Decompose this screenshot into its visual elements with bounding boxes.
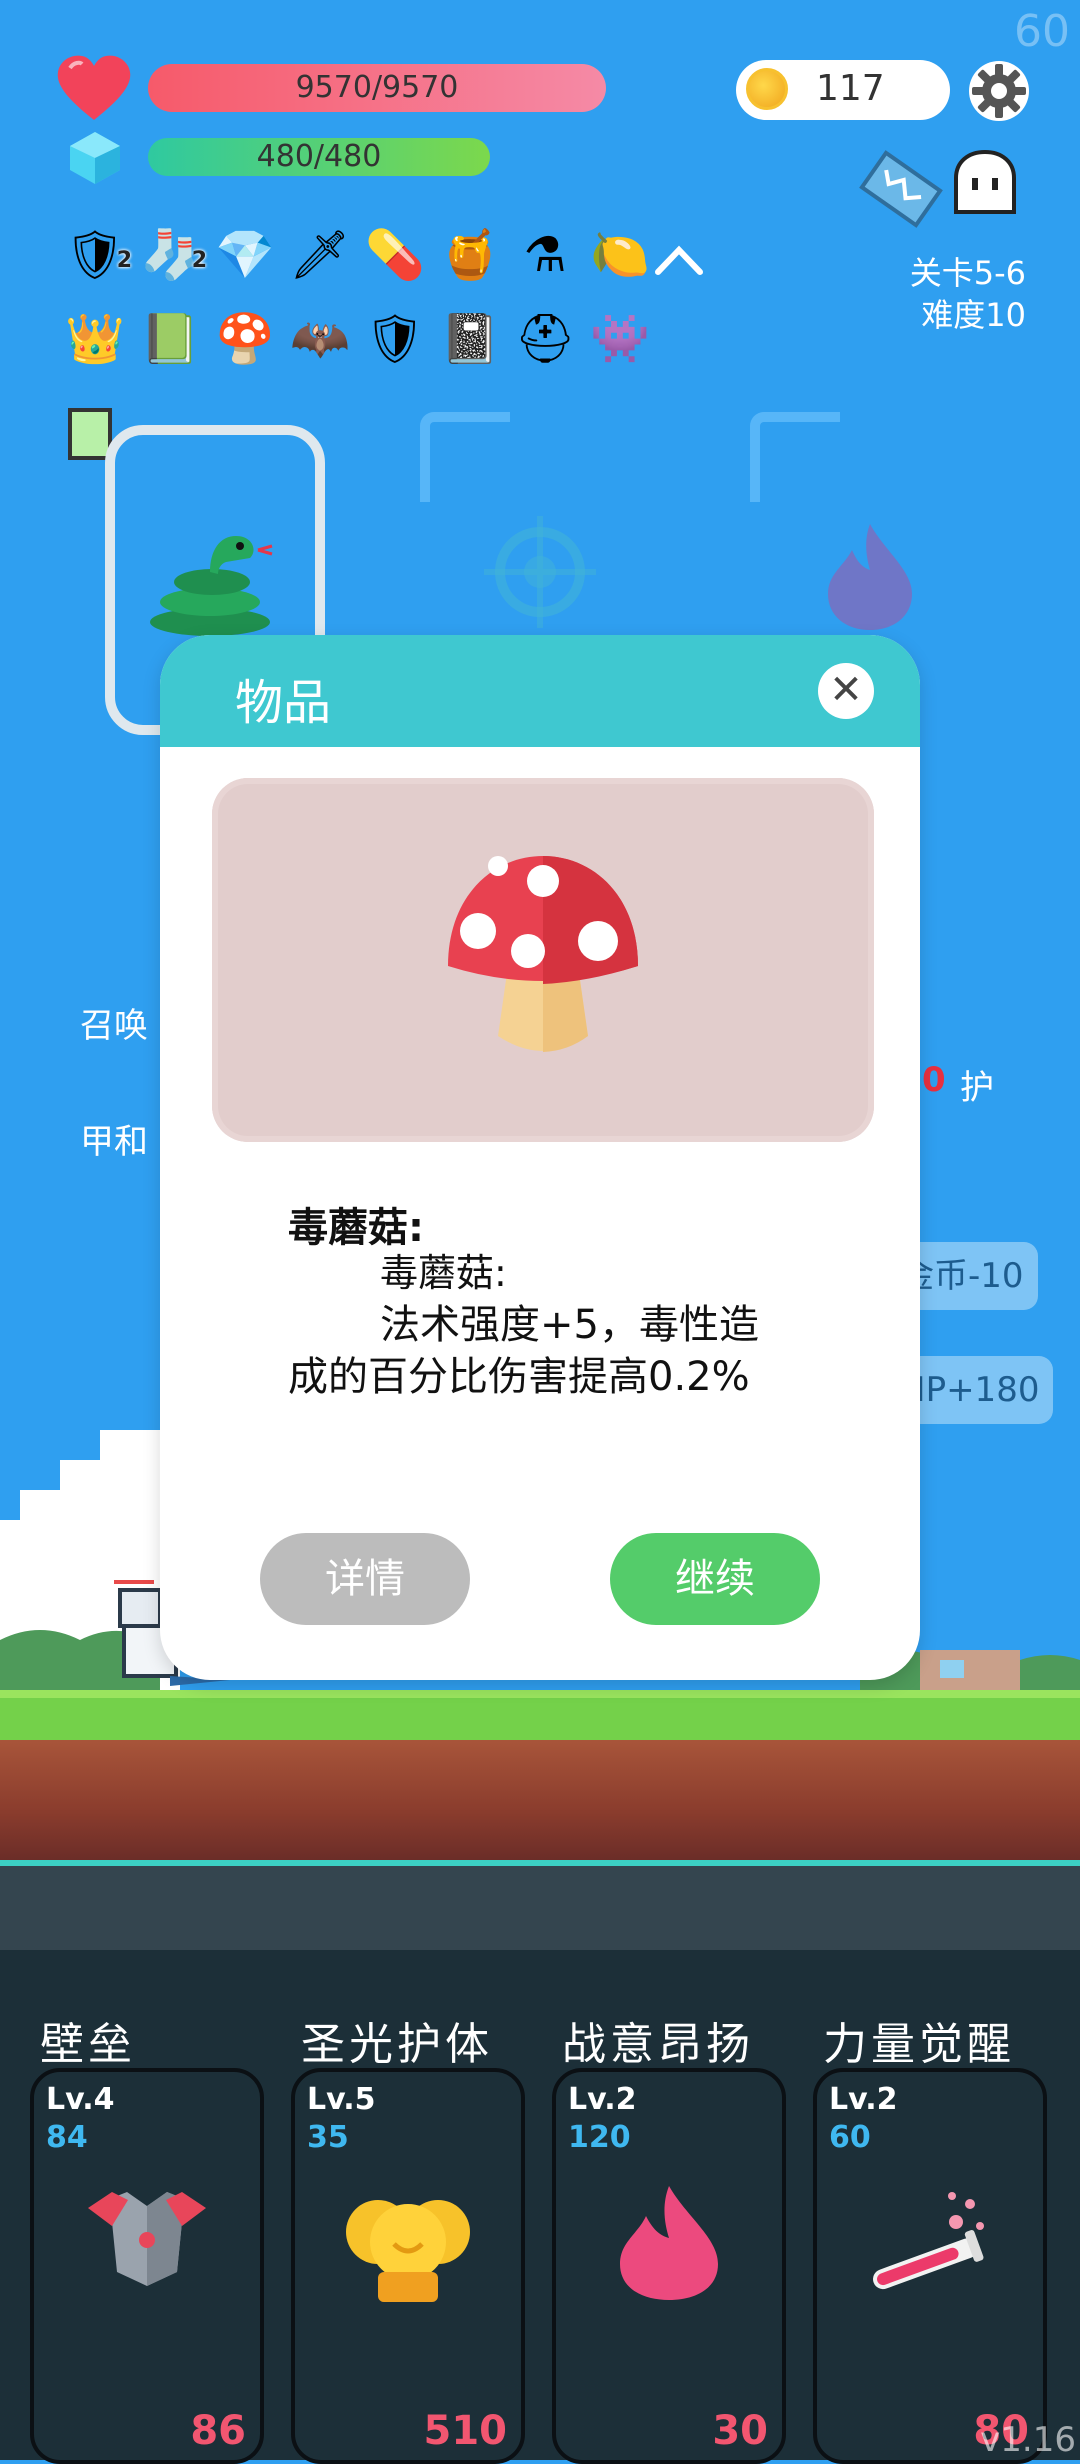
grass-ground — [0, 1690, 1080, 1746]
jam-jar-icon[interactable]: 🍯 — [437, 222, 503, 288]
item-description: 毒蘑菇: 法术强度+5，毒性造 成的百分比伤害提高0.2% — [288, 1247, 848, 1403]
gold-coin-icon — [746, 68, 788, 110]
crosshair-icon — [484, 516, 596, 628]
stage-info: 关卡5-6 难度10 — [910, 252, 1026, 336]
settings-gear-icon[interactable] — [964, 56, 1034, 126]
blue-shield-icon[interactable]: 🛡 — [362, 306, 428, 372]
guard-text: 护 — [960, 1068, 994, 1108]
shield-icon[interactable]: 🛡 2 — [62, 222, 132, 288]
desc-line-3: 成的百分比伤害提高0.2% — [288, 1354, 750, 1400]
heart-icon — [57, 55, 131, 120]
pill-icon[interactable]: 💊 — [362, 222, 428, 288]
item-count-badge: 2 — [191, 248, 207, 273]
fps-counter: 60 — [1014, 6, 1070, 57]
skill-name: 力量觉醒 — [823, 2019, 1015, 2070]
slot-frame-2 — [750, 412, 840, 502]
skull-book-icon[interactable]: 📓 — [437, 306, 503, 372]
red-value-text: 0 — [922, 1060, 946, 1100]
slot-frame-1 — [420, 412, 510, 502]
desc-line-2: 法术强度+5，毒性造 — [380, 1302, 759, 1348]
potion-tube-icon — [860, 2182, 1000, 2306]
skill-cost: 30 — [712, 2408, 768, 2454]
crown-icon[interactable]: 👑 — [62, 306, 128, 372]
collapse-chevron-icon[interactable] — [654, 242, 704, 276]
skill-cost: 510 — [423, 2408, 508, 2454]
skill-name: 壁垒 — [40, 2019, 136, 2070]
mushroom-icon — [448, 856, 638, 1052]
skill-level: Lv.2 — [568, 2082, 637, 2117]
zombie-icon[interactable]: 👾 — [587, 306, 653, 372]
summon-text: 召唤 — [80, 1006, 148, 1046]
flame-icon — [614, 2182, 724, 2306]
water-strip — [0, 1860, 1080, 1950]
gold-amount: 117 — [816, 68, 885, 109]
skill-value: 60 — [829, 2120, 871, 2155]
dirt-ground — [0, 1740, 1080, 1860]
version-label: v1.16 — [980, 2420, 1076, 2460]
item-count-badge: 2 — [116, 248, 132, 273]
desc-line-1: 毒蘑菇: — [380, 1251, 507, 1295]
ghost-icon[interactable] — [948, 148, 1022, 222]
skill-level: Lv.2 — [829, 2082, 898, 2117]
skill-card[interactable]: Lv.2 60 80 — [813, 2068, 1047, 2464]
sword-icon[interactable]: 🗡 — [287, 222, 353, 288]
faded-flame-icon — [828, 524, 912, 630]
item-preview — [212, 778, 874, 1142]
mp-bar: 480/480 — [148, 138, 490, 176]
armor-text: 甲和 — [80, 1122, 148, 1162]
sock-icon[interactable]: 🧦 2 — [137, 222, 207, 288]
skill-name: 圣光护体 — [301, 2019, 493, 2070]
stage-difficulty: 难度10 — [921, 296, 1026, 334]
skill-card[interactable]: Lv.5 35 510 — [291, 2068, 525, 2464]
gold-counter: 117 — [736, 60, 950, 120]
armor-icon — [82, 2182, 212, 2296]
skill-value: 35 — [307, 2120, 349, 2155]
skill-level: Lv.5 — [307, 2082, 376, 2117]
skill-cost: 86 — [190, 2408, 246, 2454]
skill-card[interactable]: Lv.2 120 30 — [552, 2068, 786, 2464]
lime-icon[interactable]: 🍋 — [587, 222, 653, 288]
item-dialog: 物品 ✕ 毒蘑菇: 毒蘑菇: 法术强度+5，毒性造 成的百分比伤害提高0.2% … — [160, 635, 920, 1680]
mortar-icon[interactable]: ⚗ — [512, 222, 578, 288]
bat-icon[interactable]: 🦇 — [287, 306, 353, 372]
card-icon[interactable]: 📗 — [137, 306, 203, 372]
skill-card[interactable]: Lv.4 84 86 — [30, 2068, 264, 2464]
item-name: 毒蘑菇: — [288, 1205, 424, 1251]
helmet-icon[interactable]: ⛑ — [512, 306, 578, 372]
hp-bar: 9570/9570 — [148, 64, 606, 112]
close-button[interactable]: ✕ — [818, 663, 874, 719]
dialog-header: 物品 ✕ — [160, 635, 920, 747]
ruby-icon[interactable]: 💎 — [212, 222, 278, 288]
skill-value: 84 — [46, 2120, 88, 2155]
continue-button[interactable]: 继续 — [610, 1533, 820, 1625]
skill-name: 战意昂扬 — [562, 2019, 754, 2070]
skill-level: Lv.4 — [46, 2082, 115, 2117]
holy-coins-icon — [338, 2182, 478, 2316]
dialog-title: 物品 — [235, 675, 332, 731]
stage-level: 关卡5-6 — [909, 254, 1026, 292]
detail-button[interactable]: 详情 — [260, 1533, 470, 1625]
mushroom-icon[interactable]: 🍄 — [212, 306, 278, 372]
map-icon[interactable] — [858, 146, 944, 232]
mana-crystal-icon — [70, 132, 120, 184]
skill-value: 120 — [568, 2120, 631, 2155]
snake-enemy-icon[interactable] — [140, 510, 280, 640]
